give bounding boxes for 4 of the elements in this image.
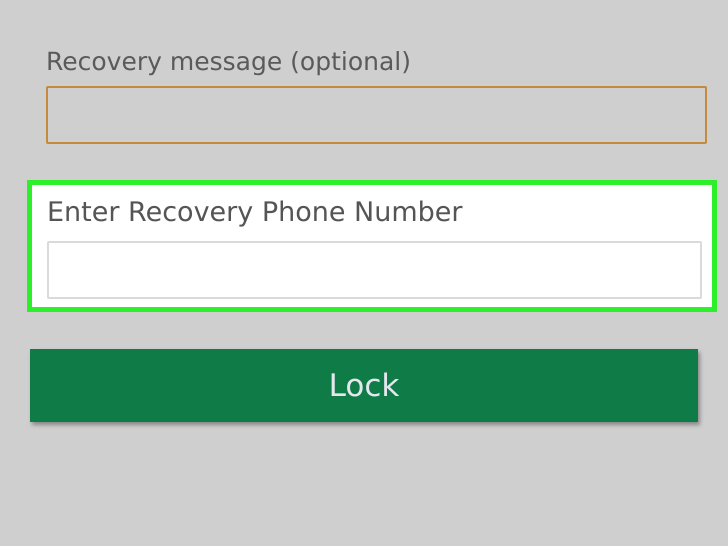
field-label: Enter Recovery Phone Number xyxy=(47,197,464,229)
lock-button[interactable]: Lock xyxy=(30,349,698,422)
input-field[interactable] xyxy=(46,86,707,144)
field-label: Recovery message (optional) xyxy=(46,46,412,78)
